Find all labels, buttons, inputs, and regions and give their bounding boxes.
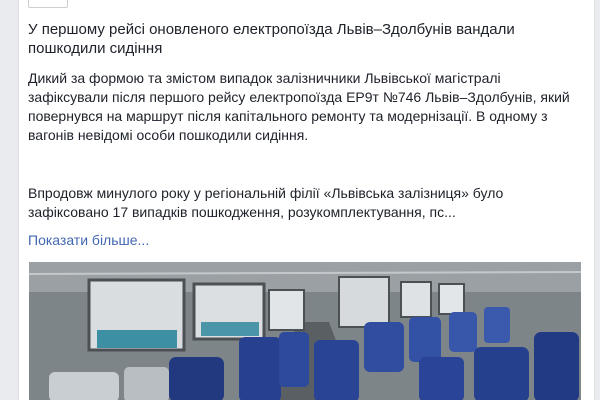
train-interior-image (29, 262, 581, 400)
post-header-avatar[interactable] (28, 0, 68, 8)
post-photo[interactable] (29, 262, 581, 400)
post-card: У першому рейсі оновленого електропоїзда… (18, 0, 595, 400)
post-paragraph-2: Впродовж минулого року у регіональній фі… (28, 185, 504, 220)
post-headline: У першому рейсі оновленого електропоїзда… (28, 21, 515, 57)
see-more-link[interactable]: Показати більше... (28, 231, 149, 250)
post-paragraph-1: Дикий за формою та змістом випадок заліз… (28, 70, 570, 143)
